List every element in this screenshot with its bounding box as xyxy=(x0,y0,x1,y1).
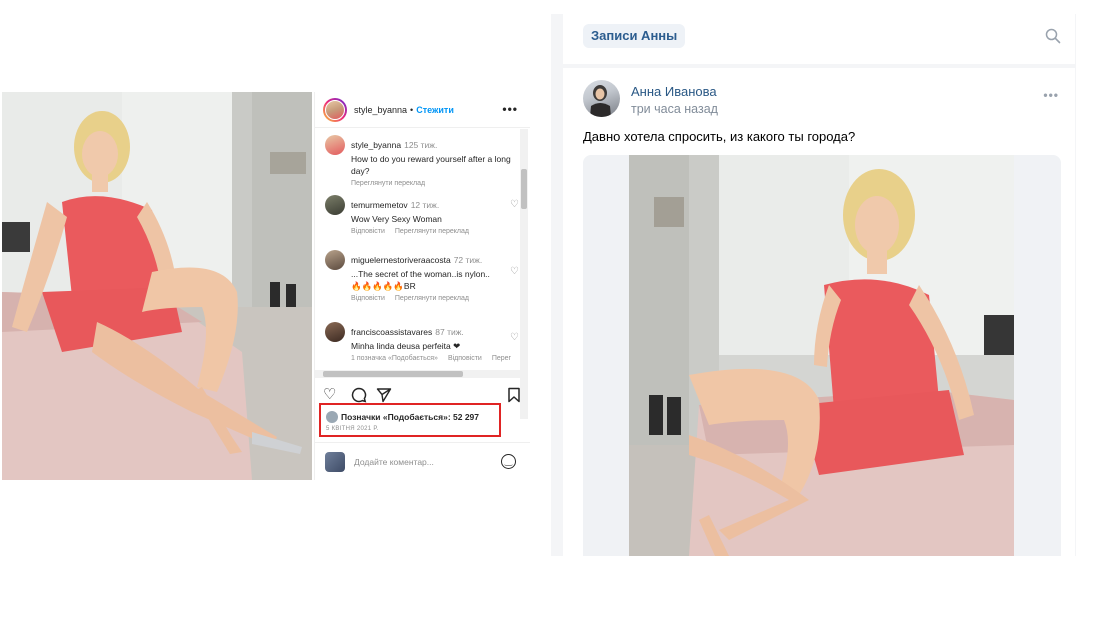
separator-dot: • xyxy=(410,104,414,115)
emoji-icon[interactable]: ‿ xyxy=(501,454,516,469)
story-ring[interactable] xyxy=(323,97,347,122)
share-icon[interactable] xyxy=(376,387,392,403)
comment-text: How to do you reward yourself after a lo… xyxy=(351,154,511,176)
more-options-icon[interactable]: ••• xyxy=(502,102,518,116)
comment-username[interactable]: style_byanna xyxy=(351,140,401,150)
photo-illustration xyxy=(629,155,1014,556)
scrollbar-thumb[interactable] xyxy=(323,371,463,377)
comment-avatar[interactable] xyxy=(325,195,345,215)
post-header: style_byanna • Стежити ••• xyxy=(315,92,530,128)
like-comment-icon[interactable]: ♡ xyxy=(510,199,519,210)
follow-button[interactable]: Стежити xyxy=(416,105,454,115)
comment-avatar[interactable] xyxy=(325,322,345,342)
comment-username[interactable]: miguelernestoriveraacosta xyxy=(351,255,451,265)
likes-text: Позначки «Подобається»: 52 297 xyxy=(341,412,480,422)
author-avatar[interactable] xyxy=(583,80,620,117)
wall-post: Анна Иванова три часа назад ••• Давно хо… xyxy=(563,68,1075,556)
user-avatar xyxy=(325,451,345,472)
avatar xyxy=(325,99,345,120)
comment-username[interactable]: franciscoassistavares xyxy=(351,327,432,337)
like-comment-icon[interactable]: ♡ xyxy=(510,266,519,277)
post-photo[interactable] xyxy=(2,92,312,480)
comment-input[interactable]: Додайте коментар... xyxy=(354,457,434,467)
likes-highlight-box: Позначки «Подобається»: 52 297 5 КВІТНЯ … xyxy=(319,403,501,437)
add-comment-bar: Додайте коментар... ‿ xyxy=(315,442,530,480)
author-name[interactable]: Анна Иванова xyxy=(631,84,717,99)
author-username[interactable]: style_byanna xyxy=(354,105,407,115)
avatar-illustration xyxy=(590,85,611,117)
comment-text: ...The secret of the woman..is nylon.. xyxy=(351,269,490,279)
comment-time: 12 тиж. xyxy=(410,200,440,210)
comment-time: 72 тиж. xyxy=(453,255,483,265)
translate-link[interactable]: Переглянути переклад xyxy=(395,295,469,302)
like-heart-icon[interactable]: ♡ xyxy=(323,386,336,404)
reply-link[interactable]: Відповісти xyxy=(351,228,385,235)
comment-icon[interactable] xyxy=(351,387,367,403)
more-options-icon[interactable]: ••• xyxy=(1043,88,1059,102)
vk-wall: Записи Анны Анна Иванова три часа назад … xyxy=(551,14,1076,556)
comment-time: 87 тиж. xyxy=(435,327,464,337)
post-media xyxy=(583,155,1061,556)
comments-vertical-scrollbar[interactable] xyxy=(520,129,528,419)
comment-avatar[interactable] xyxy=(325,250,345,270)
translate-link[interactable]: Переглянути переклад xyxy=(395,228,469,235)
comment-username[interactable]: temurmemetov xyxy=(351,200,408,210)
reply-link[interactable]: Відповісти xyxy=(448,355,482,362)
comment-emoji-text: 🔥🔥🔥🔥🔥BR xyxy=(351,281,416,291)
like-comment-icon[interactable]: ♡ xyxy=(510,332,519,343)
translate-link[interactable]: Перег xyxy=(492,355,511,362)
comment-likes-link[interactable]: 1 позначка «Подобається» xyxy=(351,355,438,362)
scrollbar-thumb[interactable] xyxy=(521,169,527,209)
likes-count[interactable]: Позначки «Подобається»: 52 297 xyxy=(326,411,479,423)
tab-posts[interactable]: Записи Анны xyxy=(583,24,686,48)
bookmark-icon[interactable] xyxy=(507,387,521,403)
reply-link[interactable]: Відповісти xyxy=(351,295,385,302)
comments-horizontal-scrollbar[interactable] xyxy=(315,370,521,378)
comments-list[interactable]: style_byanna 125 тиж. How to do you rewar… xyxy=(315,129,530,369)
post-photo[interactable] xyxy=(629,155,1014,556)
comment-text: Wow Very Sexy Woman xyxy=(351,214,442,224)
comment-avatar[interactable] xyxy=(325,135,345,155)
search-icon[interactable] xyxy=(1045,28,1061,44)
post-sidebar: style_byanna • Стежити ••• style_byanna 1… xyxy=(314,92,530,480)
instagram-post: style_byanna • Стежити ••• style_byanna 1… xyxy=(2,92,530,480)
comment-text: Minha linda deusa perfeita ❤ xyxy=(351,341,461,351)
post-time[interactable]: три часа назад xyxy=(631,102,718,116)
translate-link[interactable]: Переглянути переклад xyxy=(351,180,425,187)
post-date: 5 КВІТНЯ 2021 Р. xyxy=(326,426,379,432)
liker-avatar xyxy=(326,411,338,423)
photo-illustration xyxy=(2,92,312,480)
post-text: Давно хотела спросить, из какого ты горо… xyxy=(583,129,856,144)
wall-header: Записи Анны xyxy=(563,14,1075,64)
comment-time: 125 тиж. xyxy=(404,140,438,150)
